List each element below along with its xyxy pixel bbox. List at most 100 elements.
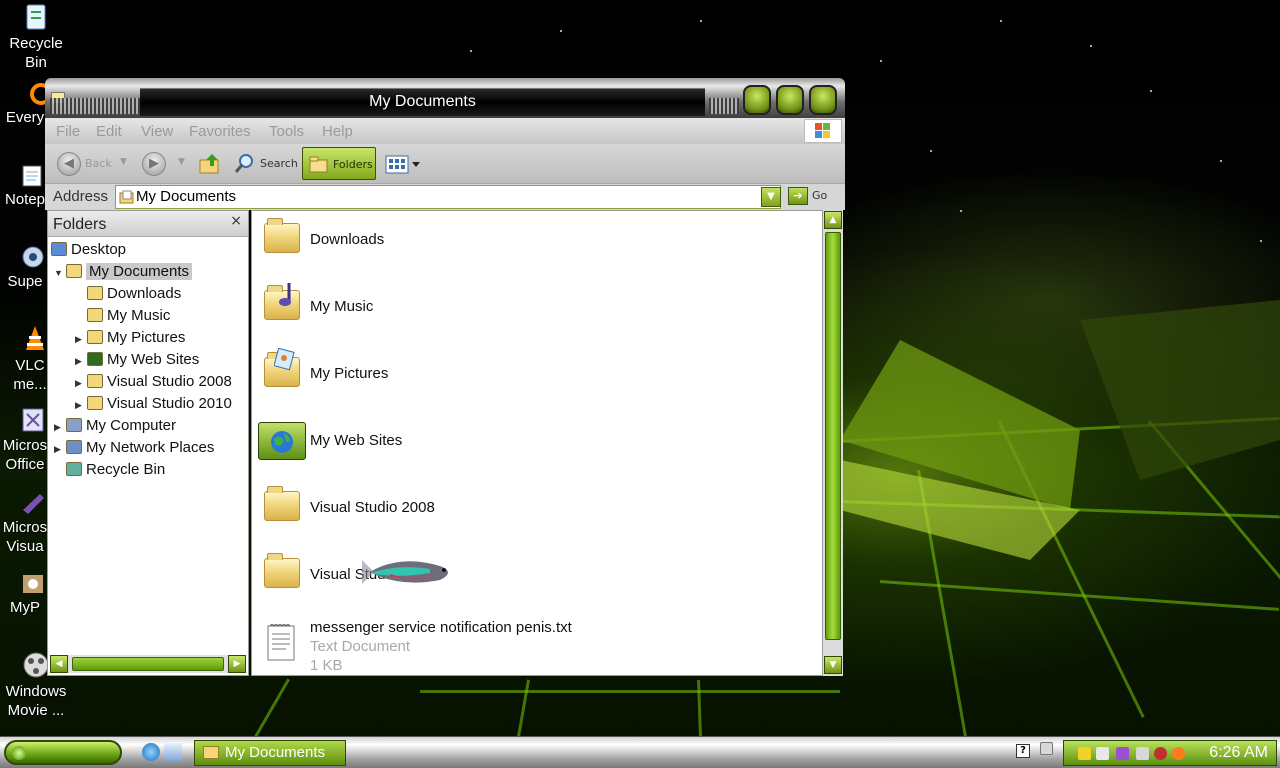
menu-favorites[interactable]: Favorites	[189, 123, 251, 140]
desktop-icon-super[interactable]: Supe	[0, 244, 50, 291]
forward-button[interactable]: ▶	[142, 152, 166, 176]
scroll-thumb[interactable]	[72, 657, 224, 671]
office-icon	[20, 406, 46, 434]
recycle-bin-icon	[66, 462, 82, 476]
expand-arrow-icon[interactable]: ▶	[75, 373, 87, 393]
tree-item-label: My Web Sites	[107, 351, 200, 368]
tray-app-icon[interactable]	[1136, 747, 1149, 760]
expand-arrow-icon[interactable]: ▶	[54, 417, 66, 437]
taskbar: My Documents ? 6:26 AM	[0, 736, 1280, 768]
tree-item-visual-studio-2008[interactable]: ▶ Visual Studio 2008	[75, 372, 232, 394]
star	[1090, 45, 1092, 47]
taskbar-button-label: My Documents	[225, 744, 326, 761]
back-dropdown-icon[interactable]: ▼	[120, 157, 127, 167]
file-item-text-document[interactable]: messenger service notification penis.txt…	[262, 613, 662, 674]
file-list-vertical-scrollbar[interactable]: ▲ ▼	[823, 210, 843, 676]
folder-icon	[264, 553, 300, 588]
desktop-icon-myp[interactable]: MyP	[0, 572, 50, 617]
go-button[interactable]: ➔ Go	[788, 187, 838, 207]
tree-item-my-documents[interactable]: ▼ My Documents	[54, 262, 193, 284]
collapse-arrow-icon[interactable]: ▼	[54, 263, 66, 283]
file-type: Text Document	[310, 638, 411, 655]
tree-item-label: Recycle Bin	[86, 461, 166, 478]
minimize-button[interactable]	[743, 85, 771, 115]
tree-item-recycle-bin[interactable]: Recycle Bin	[54, 460, 165, 482]
desktop-icon-label: Micros Office	[2, 437, 48, 473]
menu-tools[interactable]: Tools	[269, 123, 304, 140]
tree-item-label: Visual Studio 2008	[107, 373, 232, 390]
close-button[interactable]	[809, 85, 837, 115]
tree-item-my-network-places[interactable]: ▶ My Network Places	[54, 438, 214, 460]
security-shield-icon[interactable]	[1078, 747, 1091, 760]
tree-item-label: My Network Places	[86, 439, 215, 456]
folders-pane-close-button[interactable]: ×	[230, 213, 242, 229]
menu-view[interactable]: View	[141, 123, 173, 140]
scroll-right-button[interactable]: ▶	[228, 655, 246, 673]
desktop-icon-recycle-bin[interactable]: Recycle Bin	[0, 2, 72, 72]
green-light-shard	[840, 300, 1280, 560]
scroll-thumb[interactable]	[825, 232, 841, 640]
folders-button[interactable]: Folders	[302, 147, 376, 180]
desktop-icon-office[interactable]: Micros Office	[0, 406, 50, 474]
toolbar: ◀ Back ▼ ▶ ▼ Search Folders	[45, 144, 845, 184]
forward-dropdown-icon[interactable]: ▼	[178, 157, 185, 167]
maximize-button[interactable]	[776, 85, 804, 115]
web-sites-icon	[87, 352, 103, 366]
scroll-left-button[interactable]: ◀	[50, 655, 68, 673]
address-input[interactable]: My Documents	[115, 185, 781, 209]
search-label[interactable]: Search	[260, 157, 298, 170]
clock[interactable]: 6:26 AM	[1209, 744, 1268, 762]
tree-item-downloads[interactable]: Downloads	[75, 284, 181, 306]
tree-item-label: Downloads	[107, 285, 182, 302]
search-tray-icon[interactable]	[1172, 747, 1185, 760]
tree-item-my-music[interactable]: My Music	[75, 306, 170, 328]
start-button[interactable]	[4, 740, 122, 765]
up-folder-button[interactable]	[198, 152, 222, 176]
pictures-folder-icon	[87, 330, 103, 344]
folders-horizontal-scrollbar[interactable]: ◀ ▶	[50, 655, 246, 673]
desktop-icon-everything[interactable]: Every	[0, 82, 52, 127]
tray-app-icon[interactable]	[1154, 747, 1167, 760]
internet-explorer-icon[interactable]	[142, 743, 160, 761]
web-sites-icon	[258, 422, 306, 460]
desktop-icon-label: MyP	[10, 599, 40, 616]
search-button[interactable]	[233, 152, 257, 176]
scroll-down-button[interactable]: ▼	[824, 656, 842, 674]
expand-arrow-icon[interactable]: ▶	[75, 329, 87, 349]
recycle-bin-icon	[19, 2, 53, 32]
folder-icon	[87, 286, 103, 300]
back-arrow-icon: ◀	[64, 156, 74, 171]
desktop-icon-visual-studio[interactable]: Micros Visua	[0, 490, 50, 556]
tree-item-my-web-sites[interactable]: ▶ My Web Sites	[75, 350, 199, 372]
file-name: messenger service notification penis.txt	[310, 619, 572, 636]
myp-icon	[20, 572, 46, 596]
start-icon	[12, 746, 26, 760]
menu-file[interactable]: File	[56, 123, 80, 140]
help-icon[interactable]: ?	[1016, 744, 1030, 758]
my-documents-icon	[66, 264, 82, 278]
scroll-up-button[interactable]: ▲	[824, 211, 842, 229]
network-tray-icon[interactable]	[1040, 742, 1053, 755]
desktop-icon	[51, 242, 67, 256]
menu-edit[interactable]: Edit	[96, 123, 122, 140]
menu-help[interactable]: Help	[322, 123, 353, 140]
expand-arrow-icon[interactable]: ▶	[54, 439, 66, 459]
show-desktop-icon[interactable]	[164, 743, 182, 761]
tree-item-desktop[interactable]: Desktop	[51, 240, 126, 262]
tree-item-visual-studio-2010[interactable]: ▶ Visual Studio 2010	[75, 394, 232, 416]
tree-item-my-computer[interactable]: ▶ My Computer	[54, 416, 176, 438]
expand-arrow-icon[interactable]: ▶	[75, 351, 87, 371]
address-label: Address	[53, 188, 109, 205]
views-button[interactable]	[385, 154, 421, 176]
expand-arrow-icon[interactable]: ▶	[75, 395, 87, 415]
back-button[interactable]: ◀	[57, 152, 81, 176]
tray-app-icon[interactable]	[1116, 747, 1129, 760]
taskbar-button-my-documents[interactable]: My Documents	[194, 740, 346, 766]
tray-app-icon[interactable]	[1096, 747, 1109, 760]
folder-icon	[264, 486, 300, 521]
folder-icon	[264, 218, 300, 253]
title-bar[interactable]: My Documents	[45, 78, 845, 118]
address-dropdown-button[interactable]: ▼	[761, 187, 781, 207]
tree-item-my-pictures[interactable]: ▶ My Pictures	[75, 328, 185, 350]
desktop-icon-notepad[interactable]: Notep	[0, 164, 50, 209]
